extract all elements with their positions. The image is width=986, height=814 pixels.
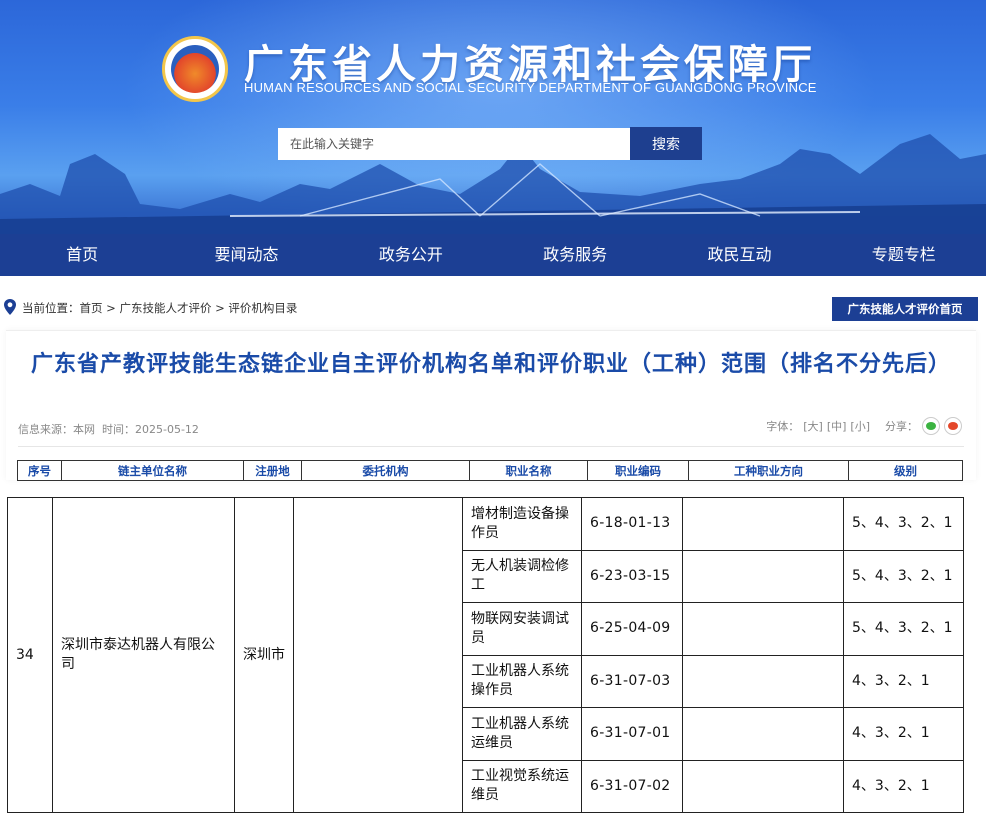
occupation-level: 5、4、3、2、1 [843, 602, 964, 656]
search-input[interactable] [278, 128, 630, 160]
occupation-direction [682, 497, 844, 551]
occupation-level: 4、3、2、1 [843, 654, 964, 708]
occupation-table: 34 深圳市泰达机器人有限公司 深圳市 增材制造设备操作员 6-18-01-13… [7, 497, 964, 813]
nav-item-gov-services[interactable]: 政务服务 [493, 234, 657, 276]
font-size-label: 字体： [766, 420, 800, 433]
font-size-medium[interactable]: [中] [827, 418, 847, 434]
col-header-direction: 工种职业方向 [688, 460, 849, 481]
occupation-name: 无人机装调检修工 [462, 549, 582, 603]
col-header-level: 级别 [848, 460, 963, 481]
wechat-share-icon[interactable] [922, 417, 940, 435]
occupation-direction [682, 602, 844, 656]
breadcrumb-agency-directory[interactable]: 评价机构目录 [228, 301, 297, 315]
col-header-agency: 委托机构 [301, 460, 470, 481]
table-header: 序号 链主单位名称 注册地 委托机构 职业名称 职业编码 工种职业方向 级别 [17, 460, 963, 481]
nav-item-gov-info[interactable]: 政务公开 [329, 234, 493, 276]
site-subtitle: HUMAN RESOURCES AND SOCIAL SECURITY DEPA… [244, 80, 817, 95]
occupation-name: 工业机器人系统操作员 [462, 654, 582, 708]
department-emblem-logo[interactable] [162, 36, 228, 102]
occupation-direction [682, 549, 844, 603]
weibo-share-icon[interactable] [944, 417, 962, 435]
occupation-level: 4、3、2、1 [843, 759, 964, 813]
skill-evaluation-home-button[interactable]: 广东技能人才评价首页 [832, 297, 978, 321]
col-header-occupation: 职业名称 [469, 460, 588, 481]
col-header-code: 职业编码 [587, 460, 689, 481]
breadcrumb-label: 当前位置： [22, 301, 80, 315]
article-card: 广东省产教评技能生态链企业自主评价机构名单和评价职业（工种）范围（排名不分先后）… [6, 330, 976, 480]
occupation-direction [682, 759, 844, 813]
company-name: 深圳市泰达机器人有限公司 [52, 497, 235, 813]
occupation-code: 6-31-07-03 [581, 654, 683, 708]
registration-location: 深圳市 [234, 497, 294, 813]
occupation-name: 工业视觉系统运维员 [462, 759, 582, 813]
occupation-code: 6-31-07-02 [581, 759, 683, 813]
col-header-index: 序号 [17, 460, 62, 481]
emblem-center-icon [171, 45, 219, 93]
source-value: 本网 [73, 423, 95, 436]
occupation-name: 增材制造设备操作员 [462, 497, 582, 551]
article-tools: 字体： [大] [中] [小] 分享： [766, 417, 962, 435]
time-value: 2025-05-12 [135, 423, 199, 436]
row-index: 34 [7, 497, 53, 813]
occupation-level: 5、4、3、2、1 [843, 497, 964, 551]
search-button[interactable]: 搜索 [630, 127, 702, 160]
breadcrumb: 当前位置：首页 > 广东技能人才评价 > 评价机构目录 [22, 300, 297, 316]
breadcrumb-separator: > [211, 301, 229, 315]
location-pin-icon [4, 299, 16, 315]
occupation-code: 6-18-01-13 [581, 497, 683, 551]
col-header-company: 链主单位名称 [61, 460, 244, 481]
nav-item-news[interactable]: 要闻动态 [164, 234, 328, 276]
meta-divider [18, 446, 964, 447]
occupation-name: 工业机器人系统运维员 [462, 707, 582, 761]
font-size-small[interactable]: [小] [850, 418, 870, 434]
occupation-level: 5、4、3、2、1 [843, 549, 964, 603]
breadcrumb-row: 当前位置：首页 > 广东技能人才评价 > 评价机构目录 广东技能人才评价首页 [0, 290, 986, 324]
breadcrumb-skill-evaluation[interactable]: 广东技能人才评价 [119, 301, 211, 315]
occupation-code: 6-25-04-09 [581, 602, 683, 656]
table-row: 34 深圳市泰达机器人有限公司 深圳市 增材制造设备操作员 6-18-01-13… [7, 497, 964, 813]
occupation-level: 4、3、2、1 [843, 707, 964, 761]
site-banner: 广东省人力资源和社会保障厅 HUMAN RESOURCES AND SOCIAL… [0, 0, 986, 234]
breadcrumb-separator: > [102, 301, 120, 315]
article-meta: 信息来源：本网 时间：2025-05-12 [18, 421, 199, 437]
occupation-direction [682, 707, 844, 761]
nav-item-home[interactable]: 首页 [0, 234, 164, 276]
occupation-name: 物联网安装调试员 [462, 602, 582, 656]
occupation-code: 6-31-07-01 [581, 707, 683, 761]
nav-item-topics[interactable]: 专题专栏 [822, 234, 986, 276]
main-nav: 首页 要闻动态 政务公开 政务服务 政民互动 专题专栏 [0, 234, 986, 276]
agency-cell [293, 497, 463, 813]
time-label: 时间： [102, 423, 135, 436]
occupation-code: 6-23-03-15 [581, 549, 683, 603]
nav-item-interaction[interactable]: 政民互动 [657, 234, 821, 276]
col-header-location: 注册地 [243, 460, 302, 481]
share-label: 分享： [885, 420, 918, 433]
source-label: 信息来源： [18, 423, 73, 436]
article-title: 广东省产教评技能生态链企业自主评价机构名单和评价职业（工种）范围（排名不分先后） [30, 352, 951, 377]
font-size-large[interactable]: [大] [803, 418, 823, 434]
breadcrumb-home[interactable]: 首页 [80, 301, 103, 315]
occupation-direction [682, 654, 844, 708]
